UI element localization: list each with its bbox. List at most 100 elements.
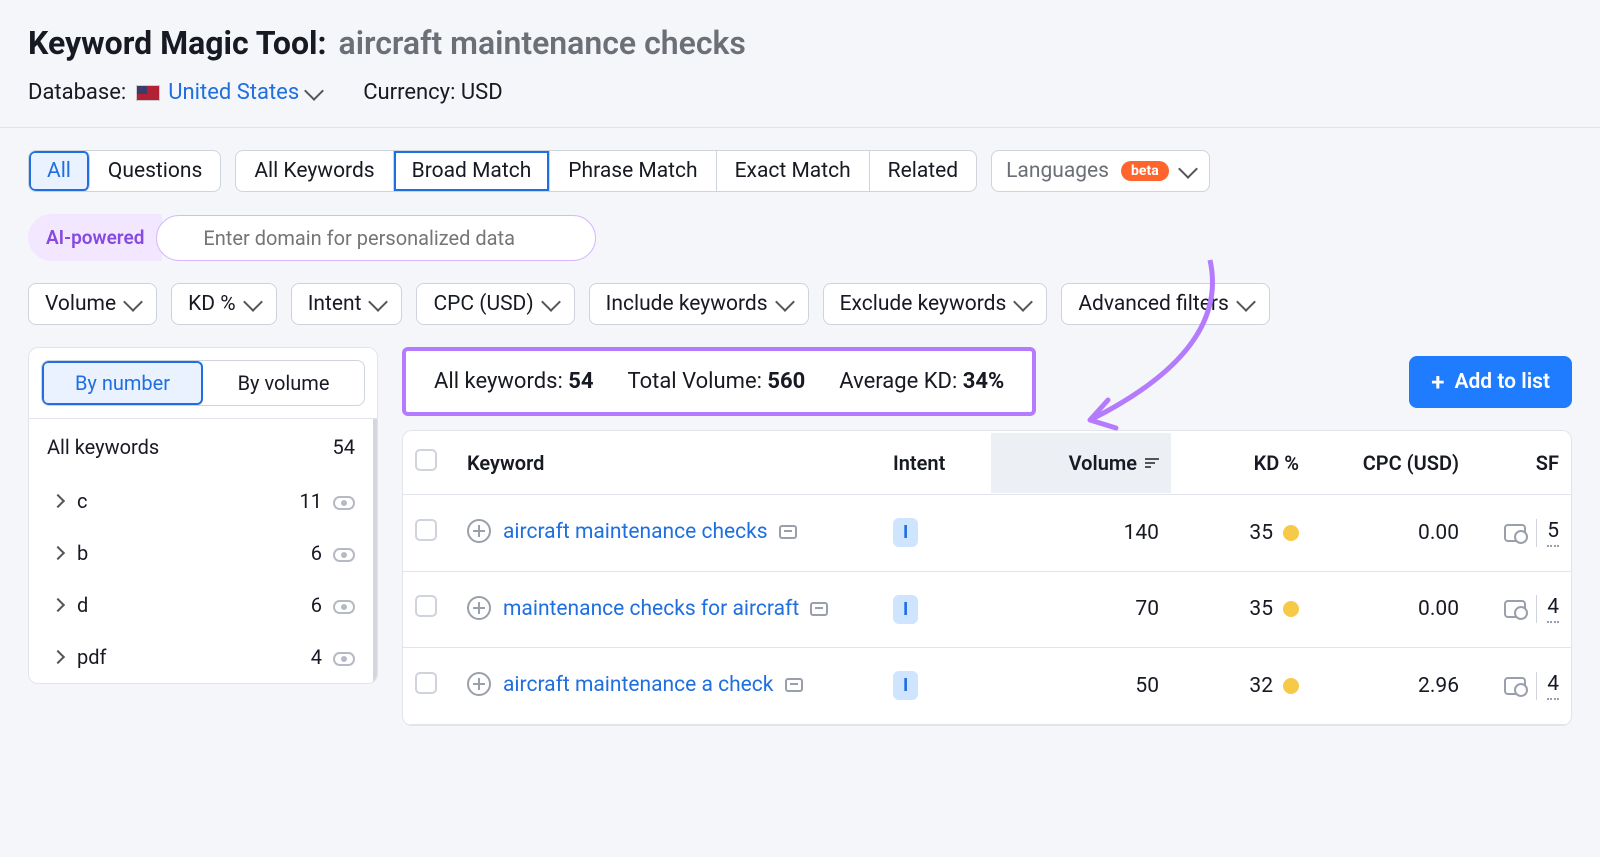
col-sf[interactable]: SF <box>1471 433 1571 493</box>
tab-broad-match[interactable]: Broad Match <box>394 151 551 191</box>
volume-value: 140 <box>991 499 1171 567</box>
add-keyword-icon[interactable] <box>467 519 491 543</box>
page-title: Keyword Magic Tool: aircraft maintenance… <box>28 24 1572 62</box>
chevron-down-icon <box>243 292 263 312</box>
serp-icon[interactable] <box>785 678 803 692</box>
intent-badge: I <box>893 595 918 624</box>
sidebar-item-label: All keywords <box>47 435 159 459</box>
chevron-down-icon <box>541 292 561 312</box>
database-value: United States <box>168 80 299 105</box>
keywords-table: Keyword Intent Volume KD % CPC (USD) SF … <box>402 430 1572 726</box>
tab-by-volume[interactable]: By volume <box>203 361 364 405</box>
add-keyword-icon[interactable] <box>467 596 491 620</box>
group-count-wrap: 11 <box>300 489 355 513</box>
row-checkbox[interactable] <box>415 595 437 617</box>
chevron-down-icon <box>775 292 795 312</box>
keyword-link[interactable]: maintenance checks for aircraft <box>503 597 799 621</box>
keyword-link[interactable]: aircraft maintenance checks <box>503 520 768 544</box>
cpc-value: 2.96 <box>1311 652 1471 720</box>
tab-all[interactable]: All <box>29 151 90 191</box>
tab-by-number[interactable]: By number <box>42 361 203 405</box>
divider <box>0 127 1600 128</box>
serp-features-icon[interactable] <box>1504 600 1526 618</box>
languages-dropdown[interactable]: Languages beta <box>991 150 1210 192</box>
group-label: b <box>77 541 88 565</box>
database-label: Database: <box>28 80 126 105</box>
chevron-down-icon <box>1236 292 1256 312</box>
col-volume[interactable]: Volume <box>991 433 1171 493</box>
filter-label: Include keywords <box>606 292 768 316</box>
sidebar-group[interactable]: pdf4 <box>43 631 373 683</box>
serp-icon[interactable] <box>810 602 828 616</box>
sf-value: 4 <box>1547 672 1559 700</box>
summary-label: All keywords: <box>434 369 563 394</box>
col-label: Volume <box>1069 451 1137 475</box>
database-selector[interactable]: Database: United States <box>28 80 321 105</box>
serp-icon[interactable] <box>779 525 797 539</box>
intent-badge: I <box>893 671 918 700</box>
volume-value: 50 <box>991 652 1171 720</box>
add-keyword-icon[interactable] <box>467 672 491 696</box>
sidebar-group[interactable]: c11 <box>43 475 373 527</box>
kd-value: 32 <box>1249 674 1273 698</box>
group-count-wrap: 6 <box>311 541 355 565</box>
kd-value: 35 <box>1249 521 1273 545</box>
filter-advanced[interactable]: Advanced filters <box>1061 283 1269 325</box>
group-count: 6 <box>311 541 322 565</box>
select-all-checkbox[interactable] <box>415 449 437 471</box>
sidebar-all-keywords[interactable]: All keywords 54 <box>29 419 373 475</box>
chevron-right-icon <box>51 650 65 664</box>
eye-icon[interactable] <box>333 548 355 562</box>
domain-input[interactable] <box>156 215 596 261</box>
table-row: maintenance checks for aircraft I70350.0… <box>403 572 1571 649</box>
tab-related[interactable]: Related <box>870 151 976 191</box>
row-checkbox[interactable] <box>415 519 437 541</box>
sidebar-group[interactable]: b6 <box>43 527 373 579</box>
tab-phrase-match[interactable]: Phrase Match <box>550 151 716 191</box>
filter-label: Advanced filters <box>1078 292 1228 316</box>
eye-icon[interactable] <box>333 652 355 666</box>
filter-exclude[interactable]: Exclude keywords <box>823 283 1048 325</box>
serp-features-icon[interactable] <box>1504 677 1526 695</box>
filter-volume[interactable]: Volume <box>28 283 157 325</box>
filter-intent[interactable]: Intent <box>291 283 403 325</box>
filter-label: CPC (USD) <box>433 292 533 316</box>
row-checkbox[interactable] <box>415 672 437 694</box>
keyword-link[interactable]: aircraft maintenance a check <box>503 673 773 697</box>
table-header: Keyword Intent Volume KD % CPC (USD) SF <box>403 431 1571 495</box>
chevron-down-icon <box>1178 159 1198 179</box>
button-label: Add to list <box>1454 370 1550 394</box>
languages-label: Languages <box>1006 159 1109 183</box>
col-kd[interactable]: KD % <box>1171 433 1311 493</box>
currency-label: Currency: <box>363 80 455 105</box>
filter-include[interactable]: Include keywords <box>589 283 809 325</box>
sidebar: By number By volume All keywords 54 c11 … <box>28 347 378 684</box>
eye-icon[interactable] <box>333 600 355 614</box>
sort-desc-icon <box>1145 458 1159 468</box>
cpc-value: 0.00 <box>1311 499 1471 567</box>
filter-label: KD % <box>188 292 236 316</box>
col-keyword[interactable]: Keyword <box>455 433 881 493</box>
tab-all-keywords[interactable]: All Keywords <box>236 151 393 191</box>
add-to-list-button[interactable]: + Add to list <box>1409 356 1572 408</box>
cpc-value: 0.00 <box>1311 575 1471 643</box>
summary-stats: All keywords: 54 Total Volume: 560 Avera… <box>402 347 1036 416</box>
group-label: d <box>77 593 88 617</box>
chevron-down-icon <box>304 81 324 101</box>
flag-us-icon <box>136 85 160 101</box>
eye-icon[interactable] <box>333 496 355 510</box>
tab-questions[interactable]: Questions <box>90 151 220 191</box>
serp-features-icon[interactable] <box>1504 524 1526 542</box>
divider <box>1536 672 1537 700</box>
chevron-down-icon <box>123 292 143 312</box>
chevron-right-icon <box>51 546 65 560</box>
group-label: pdf <box>77 645 106 669</box>
tab-exact-match[interactable]: Exact Match <box>717 151 870 191</box>
filter-kd[interactable]: KD % <box>171 283 277 325</box>
filter-cpc[interactable]: CPC (USD) <box>416 283 574 325</box>
sidebar-group[interactable]: d6 <box>43 579 373 631</box>
filter-label: Intent <box>308 292 362 316</box>
col-cpc[interactable]: CPC (USD) <box>1311 433 1471 493</box>
match-tabs: All Keywords Broad Match Phrase Match Ex… <box>235 150 977 192</box>
col-intent[interactable]: Intent <box>881 433 991 493</box>
